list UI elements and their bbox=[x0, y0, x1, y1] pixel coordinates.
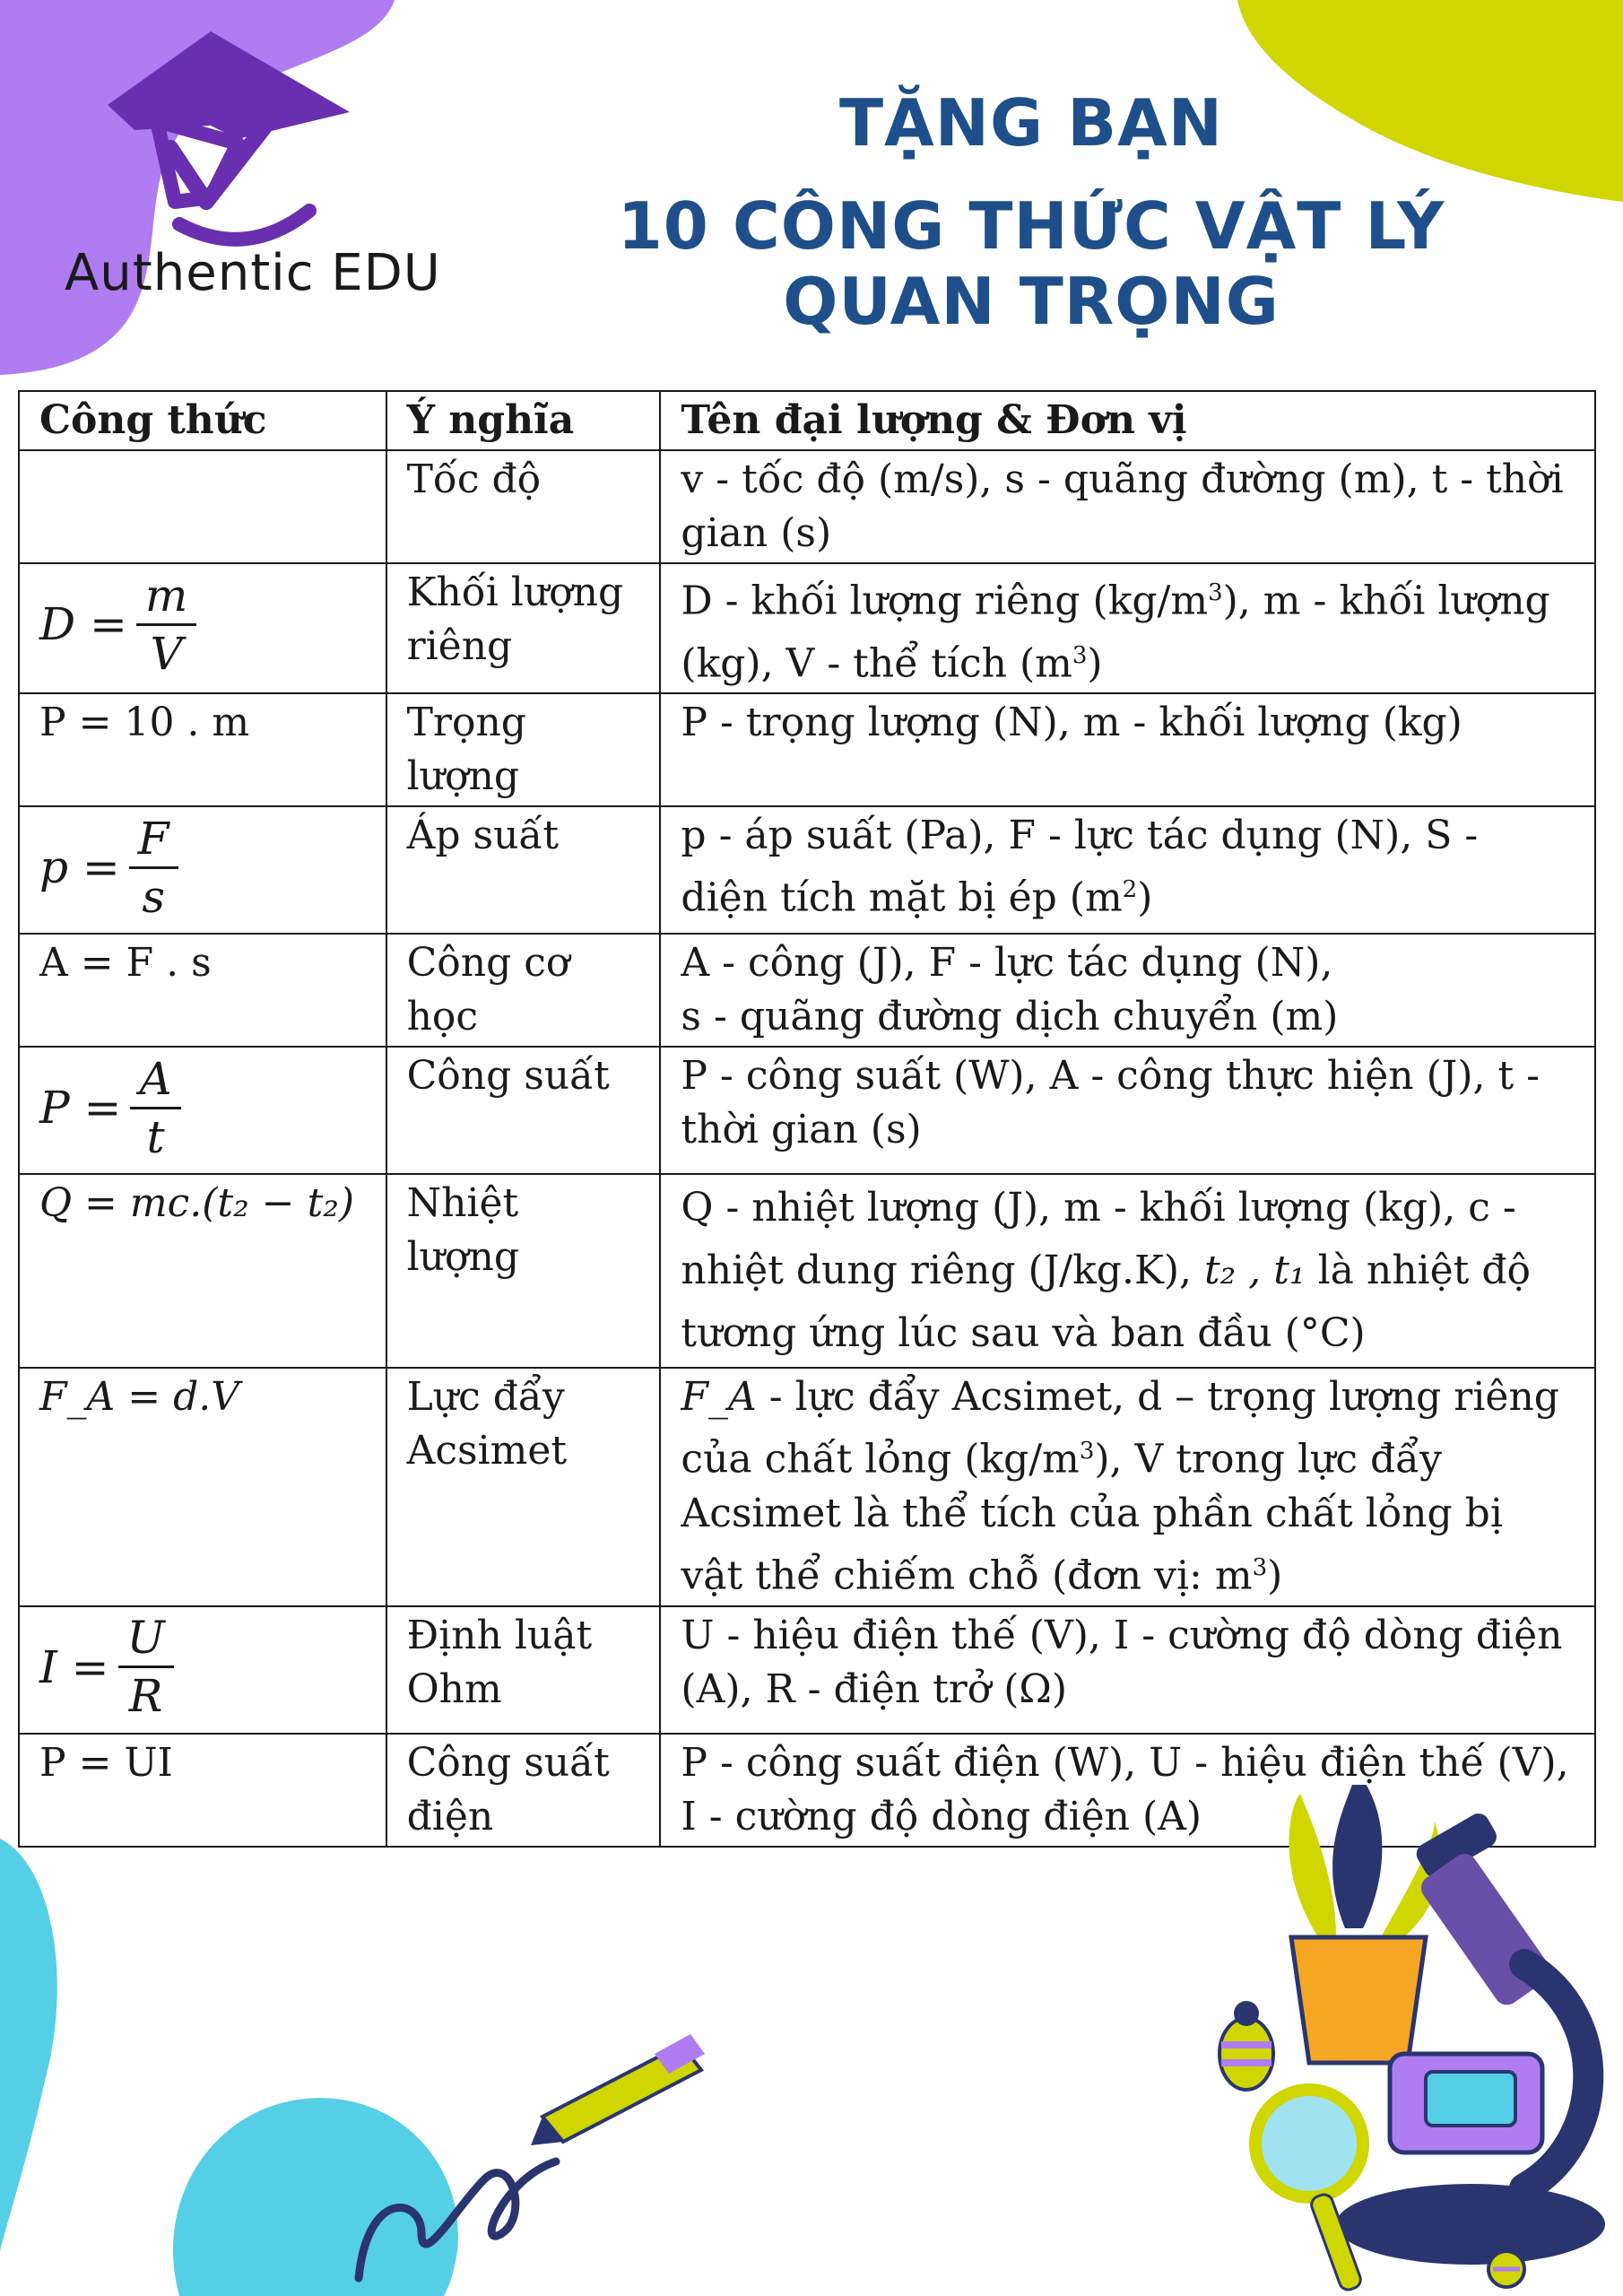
formula-numerator: m bbox=[135, 568, 197, 626]
cyan-blob-bottom bbox=[172, 2098, 458, 2296]
units-cell: v - tốc độ (m/s), s - quãng đường (m), t… bbox=[659, 449, 1596, 564]
units-cell: A - công (J), F - lực tác dụng (N), s - q… bbox=[659, 933, 1596, 1048]
formula-cell: p = Fs bbox=[18, 805, 387, 935]
formula-lhs: I = bbox=[39, 1640, 109, 1693]
formula-lhs: D = bbox=[39, 598, 127, 650]
formula-cell bbox=[18, 449, 387, 564]
page-title-line-2: 10 CÔNG THỨC VẬT LÝ QUAN TRỌNG bbox=[617, 188, 1445, 339]
table-row: Q = mc.(t₂ − t₂) Nhiệt lượng Q - nhiệt l… bbox=[18, 1173, 1596, 1370]
meaning-cell: Áp suất bbox=[385, 805, 662, 935]
meaning-cell: Định luật Ohm bbox=[385, 1605, 662, 1735]
formula-cell: I = UR bbox=[18, 1605, 387, 1735]
formula-denominator: t bbox=[146, 1110, 165, 1163]
formula-cell: D = mV bbox=[18, 561, 387, 695]
header-units: Tên đại lượng & Đơn vị bbox=[659, 390, 1596, 451]
table-row: P = At Công suất P - công suất (W), A - … bbox=[18, 1046, 1596, 1176]
table-row: A = F . s Công cơ học A - công (J), F - … bbox=[18, 933, 1596, 1048]
table-row: D = mV Khối lượng riêng D - khối lượng r… bbox=[18, 561, 1596, 695]
formula-cell: A = F . s bbox=[18, 933, 387, 1048]
table-row: I = UR Định luật Ohm U - hiệu điện thế (… bbox=[18, 1605, 1596, 1735]
formula-numerator: A bbox=[130, 1051, 181, 1109]
table-row: P = 10 . m Trọng lượng P - trọng lượng (… bbox=[18, 692, 1596, 808]
formula-denominator: s bbox=[142, 870, 165, 923]
units-cell: P - công suất (W), A - công thực hiện (J… bbox=[659, 1046, 1596, 1176]
formula-numerator: F bbox=[128, 811, 178, 869]
pen-icon bbox=[531, 2034, 705, 2145]
bug-icon bbox=[1218, 2001, 1275, 2092]
brand-name: Authentic EDU bbox=[65, 244, 441, 302]
header-formula: Công thức bbox=[18, 390, 387, 451]
small-bug-icon bbox=[1487, 2249, 1526, 2289]
formula-cell: P = At bbox=[18, 1046, 387, 1176]
meaning-cell: Nhiệt lượng bbox=[385, 1173, 662, 1370]
table-row: F_A = d.V Lực đẩy Acsimet F_A - lực đẩy … bbox=[18, 1367, 1596, 1607]
formula-numerator: U bbox=[117, 1610, 174, 1669]
formula-lhs: P = bbox=[39, 1082, 122, 1135]
table-row: p = Fs Áp suất p - áp suất (Pa), F - lực… bbox=[18, 805, 1596, 935]
formula-cell: P = 10 . m bbox=[18, 692, 387, 808]
meaning-cell: Tốc độ bbox=[385, 449, 662, 564]
meaning-cell: Khối lượng riêng bbox=[385, 561, 662, 695]
formula-denominator: V bbox=[150, 627, 183, 680]
units-cell: P - trọng lượng (N), m - khối lượng (kg) bbox=[659, 692, 1596, 808]
units-cell: U - hiệu điện thế (V), I - cường độ dòng… bbox=[659, 1605, 1596, 1735]
meaning-cell: Lực đẩy Acsimet bbox=[385, 1367, 662, 1607]
meaning-cell: Công cơ học bbox=[385, 933, 662, 1048]
formula-denominator: R bbox=[128, 1670, 163, 1723]
meaning-cell: Công suất bbox=[385, 1046, 662, 1176]
units-cell: p - áp suất (Pa), F - lực tác dụng (N), … bbox=[659, 805, 1596, 935]
units-cell: Q - nhiệt lượng (J), m - khối lượng (kg)… bbox=[659, 1173, 1596, 1370]
plant-icon bbox=[1289, 1785, 1441, 1942]
table-header-row: Công thức Ý nghĩa Tên đại lượng & Đơn vị bbox=[18, 390, 1596, 451]
formula-lhs: p = bbox=[39, 841, 120, 894]
formula-cell: F_A = d.V bbox=[18, 1367, 387, 1607]
pot-icon bbox=[1289, 1935, 1428, 2066]
units-cell: F_A - lực đẩy Acsimet, d – trọng lượng r… bbox=[659, 1367, 1596, 1607]
header-meaning: Ý nghĩa bbox=[385, 390, 662, 451]
science-illustration-decoration bbox=[0, 1785, 1605, 2296]
table-row: Tốc độ v - tốc độ (m/s), s - quãng đường… bbox=[18, 449, 1596, 564]
cyan-blob-left bbox=[0, 1839, 57, 2251]
magnifier-icon bbox=[1249, 2083, 1369, 2292]
meaning-cell: Trọng lượng bbox=[385, 692, 662, 808]
page-title-line-1: TẶNG BẠN bbox=[838, 85, 1224, 161]
units-cell: D - khối lượng riêng (kg/m3), m - khối l… bbox=[659, 561, 1596, 695]
formula-table: Công thức Ý nghĩa Tên đại lượng & Đơn vị… bbox=[18, 390, 1596, 1848]
formula-cell: Q = mc.(t₂ − t₂) bbox=[18, 1173, 387, 1370]
